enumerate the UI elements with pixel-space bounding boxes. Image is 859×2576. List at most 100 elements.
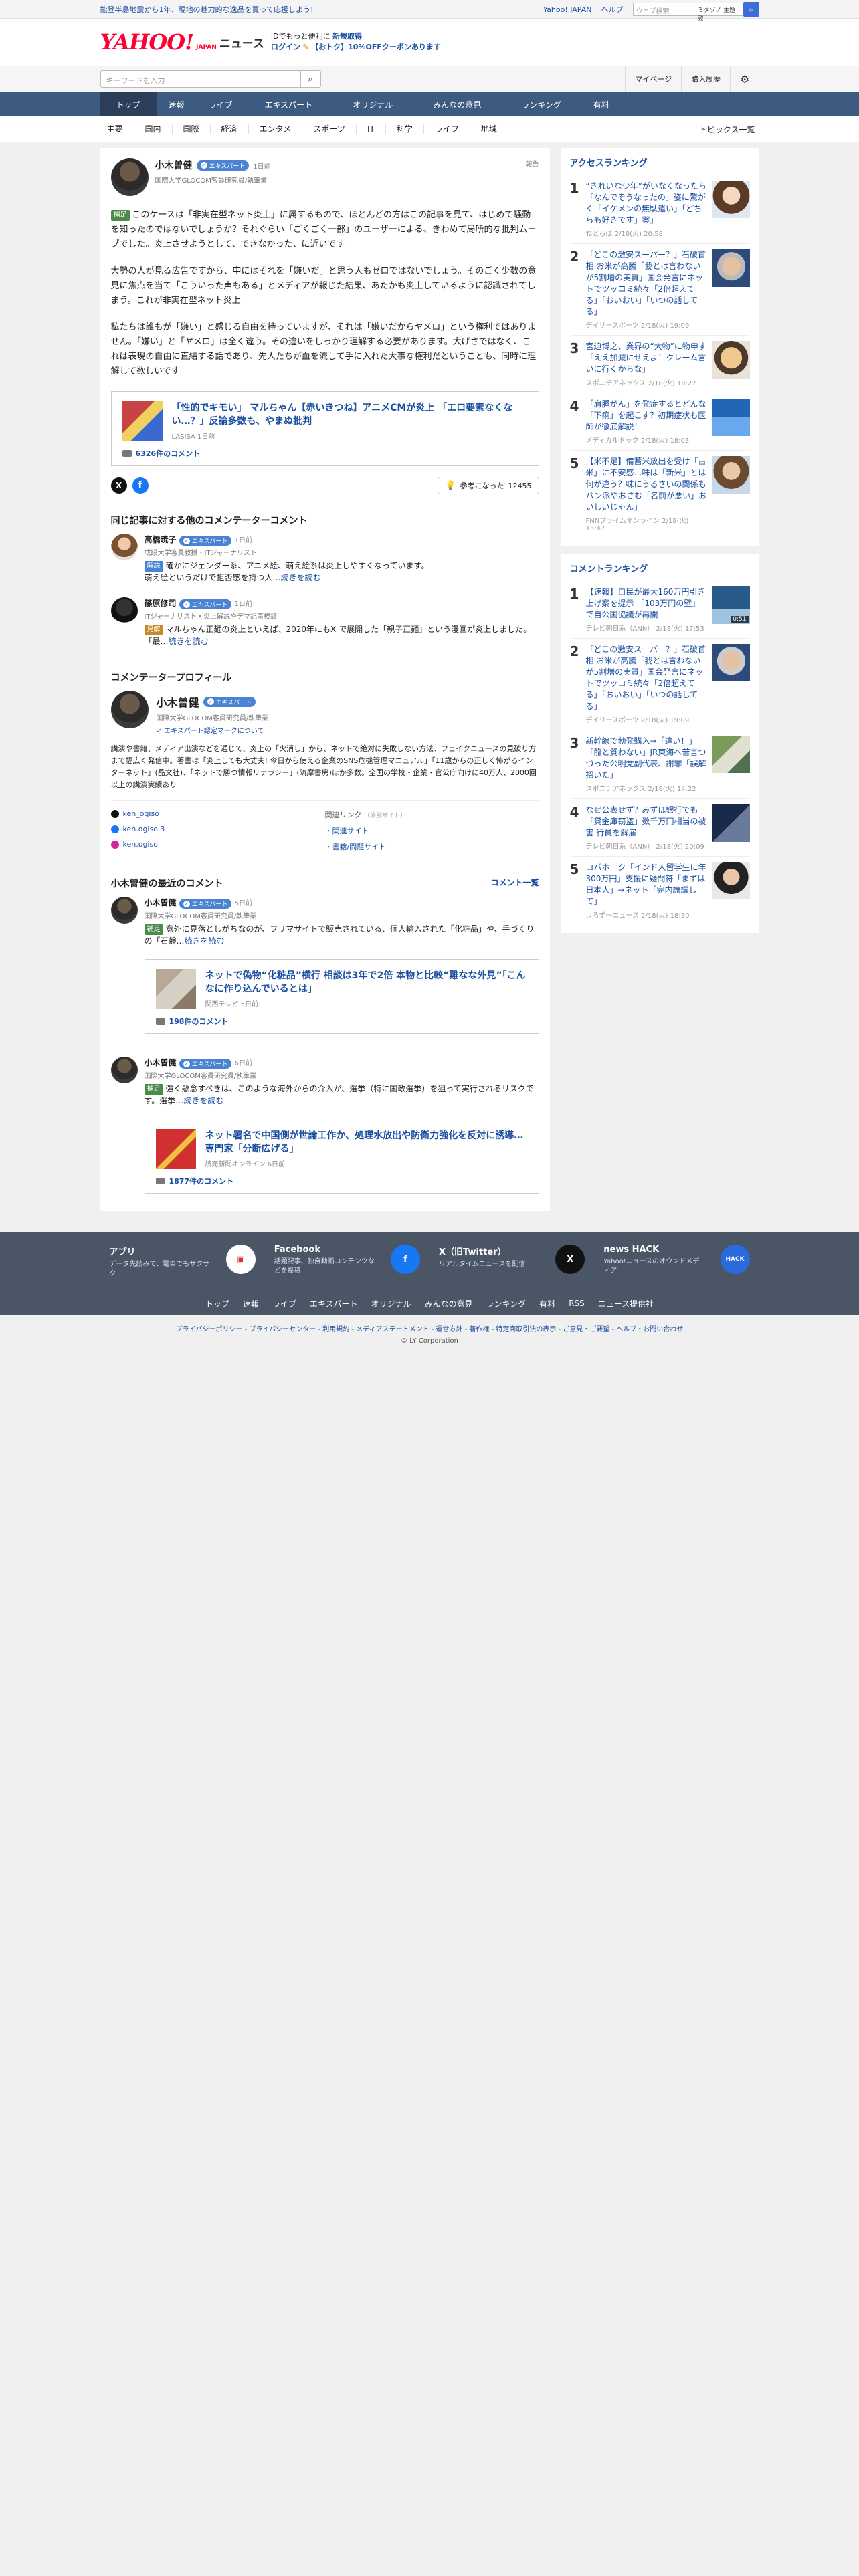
footer-nav-item[interactable]: 有料 [539, 1298, 555, 1309]
yahoo-japan-link[interactable]: Yahoo! JAPAN [543, 5, 592, 14]
cat-world[interactable]: 国際 [173, 124, 211, 134]
cat-domestic[interactable]: 国内 [134, 124, 173, 134]
cat-main[interactable]: 主要 [100, 124, 134, 134]
ranking-item[interactable]: 3 宮迫博之、業界の“大物”に物申す「ええ加減にせえよ！クレーム言いに行くからな」… [569, 335, 750, 393]
footer-nav-item[interactable]: みんなの意見 [425, 1298, 473, 1309]
article-title[interactable]: 「性的でキモい」 マルちゃん【赤いきつね】アニメCMが炎上 「エロ要素なくない…… [172, 401, 528, 428]
x-icon [110, 809, 119, 818]
cat-science[interactable]: 科学 [386, 124, 424, 134]
check-icon: ✓ [156, 728, 162, 735]
yahoo-news-logo[interactable]: YAHOO! JAPAN ニュース [100, 29, 264, 55]
footer-nav-item[interactable]: トップ [205, 1298, 229, 1309]
x-profile-link[interactable]: ken_ogiso [110, 809, 325, 818]
ranking-item[interactable]: 5 コバホーク「インド人留学生に年300万円」支援に疑問符「まずは日本人」→ネット… [569, 856, 750, 925]
read-more-link[interactable]: 続きを読む [281, 573, 321, 582]
ranking-item[interactable]: 4 「肩腫がん」を発症するとどんな「下痢」を起こす？初期症状も医師が徹底解説！ メデ… [569, 393, 750, 450]
related-link[interactable]: ・関連サイト [325, 825, 539, 836]
footer-newshack[interactable]: news HACK Yahoo!ニュースのオウンドメディア HACK [594, 1245, 759, 1279]
related-link[interactable]: ・書籍/問題サイト [325, 841, 539, 852]
ranking-item[interactable]: 2 「どこの激安スーパー？」石破首相 お米が高騰「我とは言わないが5割増の実質」国… [569, 243, 750, 335]
gnav-ranking[interactable]: ランキング [501, 92, 581, 116]
ranking-item[interactable]: 4 なぜ公表せず？みずほ銀行でも「貸金庫窃盗」数千万円相当の被害 行員を解雇 テレビ… [569, 798, 750, 856]
ranking-item[interactable]: 5 【米不足】備蓄米放出を受け「古米」に不安感…味は「新米」とは何が違う？味にうる… [569, 450, 750, 538]
gnav-opinions[interactable]: みんなの意見 [413, 92, 501, 116]
footer-nav-item[interactable]: RSS [569, 1299, 585, 1308]
news-search-input[interactable]: キーワードを入力 [100, 70, 301, 88]
avatar[interactable] [110, 1057, 138, 1083]
source-article-card[interactable]: 「性的でキモい」 マルちゃん【赤いきつね】アニメCMが炎上 「エロ要素なくない…… [110, 391, 539, 466]
gnav-original[interactable]: オリジナル [332, 92, 413, 116]
read-more-link[interactable]: 続きを読む [185, 936, 225, 946]
gnav-top[interactable]: トップ [100, 92, 157, 116]
avatar[interactable] [110, 897, 138, 924]
search-trend[interactable]: ミタゾノ 主題歌 [696, 3, 743, 23]
ranking-item[interactable]: 3 新幹線で勃発購入→「違い！」「龍と質わない」JR東海へ苦言つづった公明党副代表… [569, 730, 750, 798]
facebook-share-icon[interactable]: f [132, 477, 149, 494]
footer-nav-item[interactable]: ニュース提供社 [598, 1298, 654, 1309]
cat-business[interactable]: 経済 [211, 124, 249, 134]
search-icon[interactable]: ⌕ [743, 2, 759, 17]
coupon-link[interactable]: 【おトク】10%OFFクーポンあります [311, 43, 441, 51]
cat-sports[interactable]: スポーツ [302, 124, 357, 134]
avatar[interactable] [110, 158, 149, 196]
commenter-name[interactable]: 高橋暁子 [145, 535, 177, 544]
report-link[interactable]: 報告 [526, 158, 539, 169]
cat-local[interactable]: 地域 [470, 124, 508, 134]
gnav-paid[interactable]: 有料 [581, 92, 622, 116]
x-share-icon[interactable]: X [110, 477, 127, 494]
web-search-input[interactable]: ウェブ検索 [632, 3, 696, 16]
footer-nav-item[interactable]: 速報 [243, 1298, 259, 1309]
ranking-item[interactable]: 1 “きれいな少年”がいなくなったら「なんでそうなったの」姿に驚がく「イケメンの無… [570, 175, 750, 243]
avatar[interactable] [110, 534, 138, 560]
footer-nav-item[interactable]: ランキング [486, 1298, 527, 1309]
footer-nav-item[interactable]: オリジナル [371, 1298, 411, 1309]
category-nav: 主要 国内 国際 経済 エンタメ スポーツ IT 科学 ライフ 地域 トピックス… [0, 116, 859, 142]
gnav-live[interactable]: ライブ [197, 92, 245, 116]
helpful-button[interactable]: 💡 参考になった 12455 [438, 477, 539, 494]
footer-nav-item[interactable]: エキスパート [310, 1298, 358, 1309]
profile-name[interactable]: 小木曽健 [157, 693, 199, 710]
article-title[interactable]: ネット署名で中国側が世論工作か、処理水放出や防衛力強化を反対に誘導…専門家「分断… [205, 1129, 528, 1156]
instagram-profile-link[interactable]: ken.ogiso [110, 840, 325, 849]
footer-facebook[interactable]: Facebook 話題記事、独自動画コンテンツなどを投稿 f [265, 1245, 430, 1279]
footer-nav-item[interactable]: ライブ [272, 1298, 296, 1309]
comment-list-link[interactable]: コメント一覧 [490, 877, 539, 890]
ranking-thumbnail [712, 644, 750, 681]
avatar[interactable] [110, 691, 149, 728]
article-card[interactable]: ネット署名で中国側が世論工作か、処理水放出や防衛力強化を反対に誘導…専門家「分断… [144, 1119, 539, 1194]
commenter-name[interactable]: 篠原修司 [145, 599, 177, 608]
topics-list-link[interactable]: トピックス一覧 [699, 124, 759, 135]
newshack-icon: HACK [720, 1245, 750, 1274]
cat-it[interactable]: IT [357, 124, 386, 134]
footer-links[interactable]: プライバシーポリシー - プライバシーセンター - 利用規約 - メディアステー… [0, 1315, 859, 1337]
article-card[interactable]: ネットで偽物“化粧品”横行 相談は3年で2倍 本物と比較“難なな外見”「こんなに… [144, 959, 539, 1034]
mypage-link[interactable]: マイページ [625, 66, 681, 92]
footer-nav: トップ 速報 ライブ エキスパート オリジナル みんなの意見 ランキング 有料 … [0, 1291, 859, 1315]
article-title[interactable]: ネットで偽物“化粧品”横行 相談は3年で2倍 本物と比較“難なな外見”「こんなに… [205, 969, 528, 996]
ranking-thumbnail [712, 181, 750, 218]
signup-link[interactable]: 新規取得 [332, 32, 362, 41]
search-icon[interactable]: ⌕ [300, 70, 321, 88]
read-more-link[interactable]: 続きを読む [169, 637, 209, 646]
gnav-breaking[interactable]: 速報 [157, 92, 197, 116]
article-comment-count[interactable]: 6326件のコメント [122, 448, 528, 459]
cert-info-link[interactable]: ✓ エキスパート認定マークについて [157, 725, 269, 735]
history-link[interactable]: 購入履歴 [681, 66, 730, 92]
avatar[interactable] [110, 597, 138, 624]
author-name[interactable]: 小木曽健 [155, 158, 193, 172]
gnav-expert[interactable]: エキスパート [245, 92, 333, 116]
login-link[interactable]: ログイン [271, 43, 300, 51]
ranking-item[interactable]: 2 「どこの激安スーパー？」石破首相 お米が高騰「我とは言わないが5割増の実質」国… [569, 638, 750, 730]
cat-life[interactable]: ライフ [424, 124, 470, 134]
footer-x[interactable]: X（旧Twitter） リアルタイムニュースを配信 X [430, 1245, 594, 1279]
read-more-link[interactable]: 続きを読む [183, 1096, 223, 1105]
help-link[interactable]: ヘルプ [601, 4, 624, 15]
app-icon: ▣ [225, 1245, 256, 1274]
gear-icon[interactable]: ⚙ [730, 66, 759, 92]
ranking-item[interactable]: 1 【速報】自民が最大160万円引き上げ案を提示 「103万円の壁」で自公国協議が… [570, 581, 750, 638]
web-search: ウェブ検索 ミタゾノ 主題歌 ⌕ [632, 2, 759, 23]
facebook-profile-link[interactable]: ken.ogiso.3 [110, 825, 325, 833]
promo-link[interactable]: 能登半島地震から1年、現地の魅力的な逸品を買って応援しよう! [100, 4, 314, 15]
footer-app[interactable]: アプリ データ先読みで、電車でもサクサク ▣ [100, 1245, 265, 1279]
cat-entertainment[interactable]: エンタメ [249, 124, 303, 134]
